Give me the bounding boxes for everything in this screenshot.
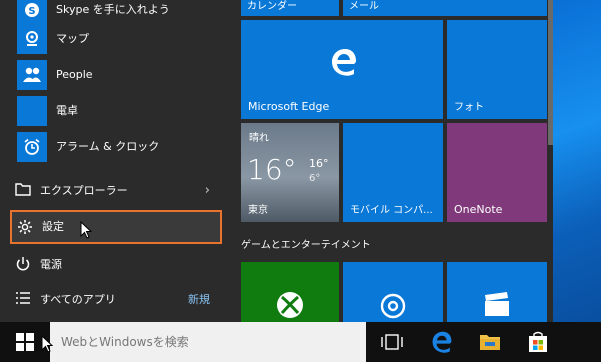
tile-label: メール bbox=[349, 1, 379, 12]
power-icon bbox=[14, 256, 32, 274]
tile-edge[interactable]: Microsoft Edge bbox=[241, 20, 443, 119]
all-apps-item[interactable]: すべてのアプリ 新規 bbox=[10, 285, 222, 315]
settings-label: 設定 bbox=[42, 220, 64, 233]
tile-label: OneNote bbox=[454, 203, 503, 216]
tile-xbox[interactable] bbox=[241, 262, 339, 322]
alarm-icon bbox=[17, 132, 47, 162]
tiles-area: カレンダー メール Microsoft Edge フォト 晴れ 16° 16° … bbox=[232, 0, 601, 322]
tile-photos[interactable]: フォト bbox=[447, 20, 547, 119]
calculator-icon bbox=[17, 96, 47, 126]
app-item-alarm[interactable]: アラーム & クロック bbox=[10, 130, 230, 164]
task-view-icon bbox=[381, 334, 403, 350]
mouse-cursor-icon bbox=[80, 221, 92, 239]
tile-label: Microsoft Edge bbox=[248, 100, 330, 113]
weather-city: 東京 bbox=[248, 205, 268, 216]
edge-icon bbox=[432, 331, 452, 353]
weather-high: 16° bbox=[309, 157, 329, 170]
mouse-cursor-icon bbox=[41, 335, 53, 353]
tile-label: カレンダー bbox=[247, 1, 297, 12]
people-icon bbox=[17, 60, 47, 90]
power-item[interactable]: 電源 bbox=[10, 250, 222, 280]
search-box[interactable]: WebとWindowsを検索 bbox=[50, 322, 366, 362]
app-label: アラーム & クロック bbox=[56, 140, 160, 153]
tile-calendar[interactable]: カレンダー bbox=[241, 0, 339, 16]
tile-groove-music[interactable] bbox=[343, 262, 443, 322]
music-disc-icon bbox=[379, 292, 407, 322]
app-label: 電卓 bbox=[56, 104, 78, 117]
app-item-calculator[interactable]: 電卓 bbox=[10, 94, 230, 128]
taskbar-explorer-button[interactable] bbox=[466, 322, 514, 362]
folder-icon bbox=[14, 182, 32, 200]
clapperboard-icon bbox=[483, 292, 511, 322]
start-menu-left-pane: S Skype を手に入れよう マップ People 電卓 アラーム & クロッ… bbox=[0, 0, 232, 322]
new-badge: 新規 bbox=[188, 293, 210, 306]
taskbar: WebとWindowsを検索 bbox=[0, 322, 601, 362]
tile-movies[interactable] bbox=[447, 262, 547, 322]
app-label: People bbox=[56, 68, 93, 81]
store-icon bbox=[529, 331, 547, 352]
app-item-maps[interactable]: マップ bbox=[10, 22, 230, 56]
gear-icon bbox=[16, 219, 34, 237]
windows-logo-icon bbox=[16, 333, 34, 351]
tile-onenote[interactable]: OneNote bbox=[447, 123, 547, 222]
search-placeholder: WebとWindowsを検索 bbox=[61, 335, 189, 349]
app-label: マップ bbox=[56, 32, 89, 45]
chevron-right-icon[interactable]: › bbox=[205, 176, 210, 206]
explorer-label: エクスプローラー bbox=[40, 184, 128, 197]
tile-mobile-companion[interactable]: モバイル コンパ... bbox=[343, 123, 443, 222]
maps-icon bbox=[17, 24, 47, 54]
settings-item[interactable]: 設定 bbox=[10, 210, 222, 244]
group-header: ゲームとエンターテイメント bbox=[241, 240, 371, 251]
all-apps-label: すべてのアプリ bbox=[40, 293, 116, 306]
task-view-button[interactable] bbox=[368, 322, 416, 362]
taskbar-edge-button[interactable] bbox=[418, 322, 466, 362]
folder-icon bbox=[480, 335, 500, 350]
tile-label: フォト bbox=[454, 102, 484, 113]
weather-temp: 16° bbox=[247, 153, 297, 186]
taskbar-store-button[interactable] bbox=[514, 322, 562, 362]
svg-text:S: S bbox=[28, 6, 35, 17]
tile-mail[interactable]: メール bbox=[343, 0, 547, 16]
weather-condition: 晴れ bbox=[249, 133, 269, 144]
xbox-icon bbox=[275, 290, 305, 322]
edge-icon bbox=[331, 48, 357, 80]
tile-label: モバイル コンパ... bbox=[350, 205, 433, 216]
explorer-item[interactable]: エクスプローラー › bbox=[10, 176, 222, 206]
power-label: 電源 bbox=[40, 258, 62, 271]
desktop-wallpaper bbox=[553, 0, 601, 322]
weather-low: 6° bbox=[309, 173, 321, 184]
tile-weather[interactable]: 晴れ 16° 16° 6° 東京 bbox=[241, 123, 339, 222]
list-icon bbox=[14, 291, 32, 309]
app-item-people[interactable]: People bbox=[10, 58, 230, 92]
